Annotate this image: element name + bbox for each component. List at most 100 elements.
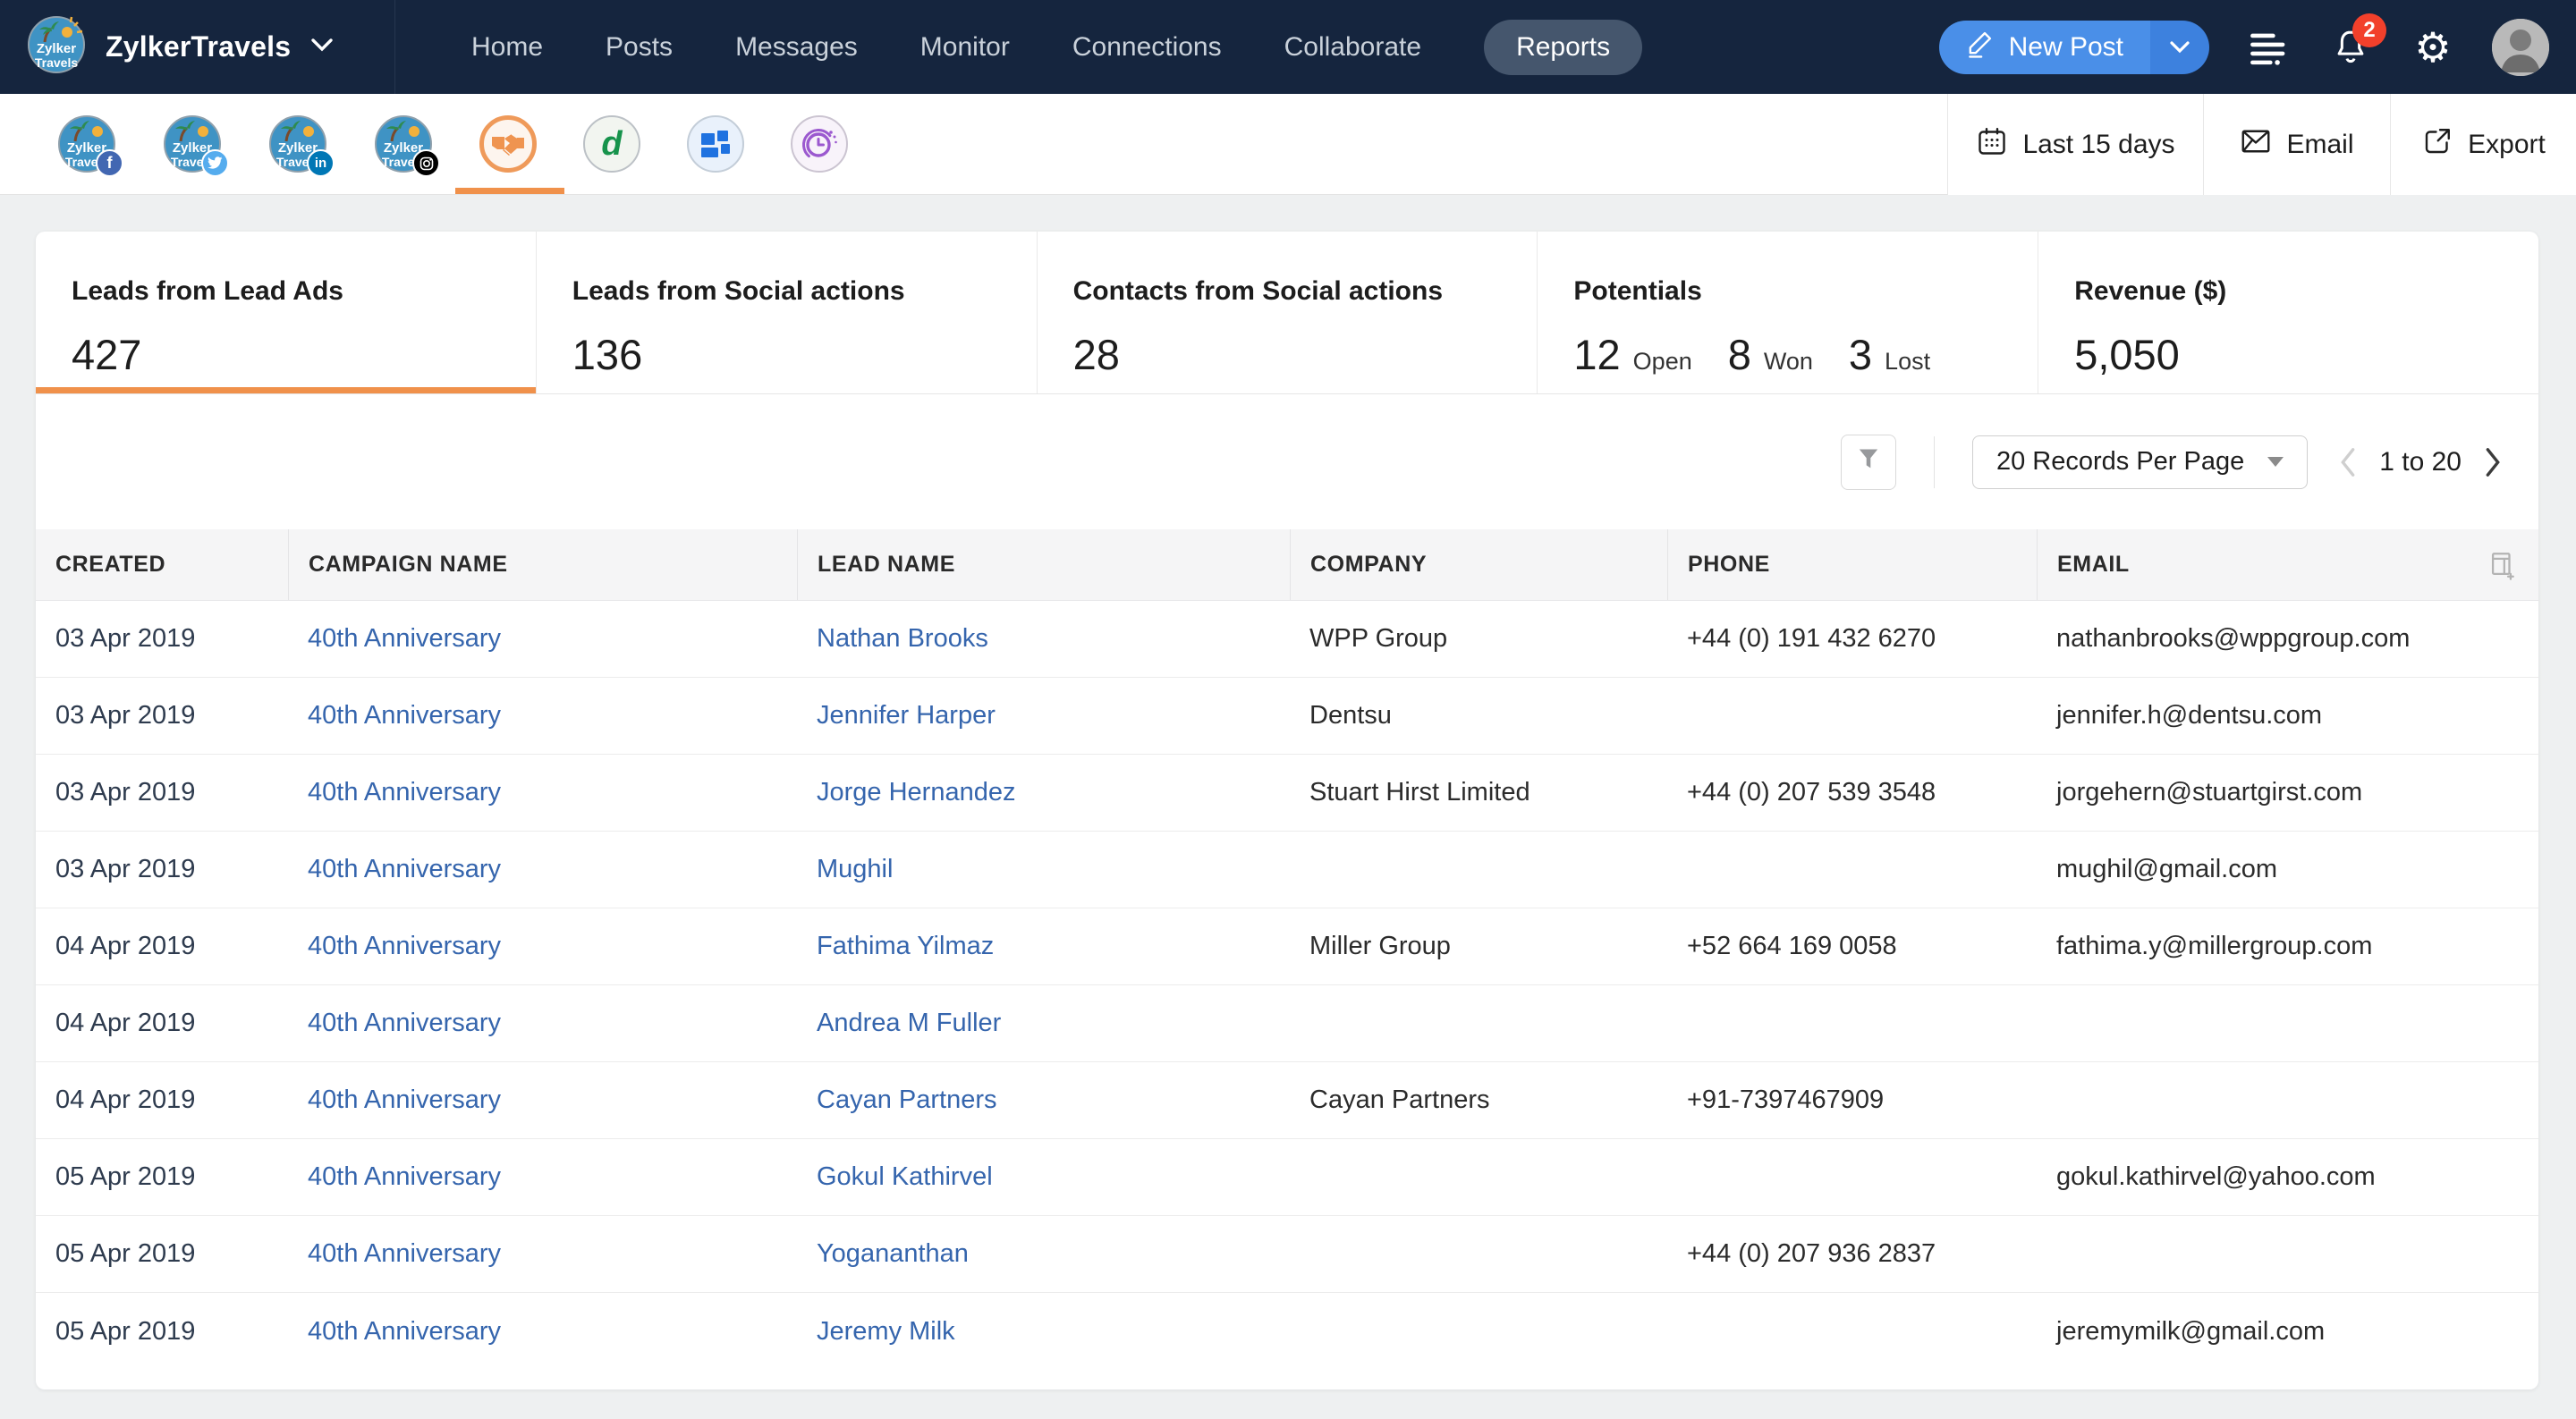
lead-link[interactable]: Fathima Yilmaz [797,908,1290,984]
lead-link[interactable]: Cayan Partners [817,1085,997,1115]
tab-leads-handshake-icon[interactable] [479,115,537,173]
campaign-link[interactable]: 40th Anniversary [288,678,797,754]
lead-link[interactable]: Jorge Hernandez [817,778,1015,807]
card-value: 5,050 [2074,330,2538,379]
campaign-link[interactable]: 40th Anniversary [288,1062,797,1138]
bell-icon[interactable]: 2 [2327,24,2374,71]
lead-link[interactable]: Nathan Brooks [797,601,1290,677]
channel-instagram[interactable]: Zylker Travels [374,114,433,173]
campaign-link[interactable]: 40th Anniversary [288,1139,797,1215]
nav-messages[interactable]: Messages [735,20,858,75]
nav-posts[interactable]: Posts [606,20,673,75]
lead-link[interactable]: Yogananthan [817,1239,969,1269]
nav-connections[interactable]: Connections [1072,20,1222,75]
campaign-link[interactable]: 40th Anniversary [308,932,501,961]
channel-twitter[interactable]: Zylker Travels [163,114,222,173]
email-button[interactable]: Email [2203,94,2390,195]
card-revenue[interactable]: Revenue ($) 5,050 [2038,232,2538,393]
lead-link[interactable]: Mughil [817,855,893,884]
lead-link[interactable]: Cayan Partners [797,1062,1290,1138]
campaign-link[interactable]: 40th Anniversary [308,1085,501,1115]
new-post-button[interactable]: New Post [1939,21,2209,74]
column-header: COMPANY [1290,529,1667,600]
lead-link[interactable]: Jennifer Harper [817,701,996,731]
prev-page-icon[interactable] [2338,447,2358,477]
lead-link[interactable]: Gokul Kathirvel [797,1139,1290,1215]
card-potentials[interactable]: Potentials 12 Open 8 Won 3 Lost [1537,232,2038,393]
campaign-link[interactable]: 40th Anniversary [308,1239,501,1269]
campaign-link[interactable]: 40th Anniversary [288,601,797,677]
created-cell: 04 Apr 2019 [36,908,288,984]
user-avatar[interactable] [2492,19,2549,76]
filter-button[interactable] [1841,435,1896,490]
lead-link[interactable]: Mughil [797,832,1290,908]
nav-monitor[interactable]: Monitor [920,20,1010,75]
campaign-link[interactable]: 40th Anniversary [288,1293,797,1370]
email-cell: jeremymilk@gmail.com [2037,1293,2538,1370]
campaign-link[interactable]: 40th Anniversary [308,624,501,654]
gear-icon[interactable]: ⚙ [2410,24,2456,71]
tab-apps-grid-icon[interactable] [687,115,744,173]
date-range-button[interactable]: Last 15 days [1947,94,2203,195]
email-cell [2037,1216,2538,1292]
channel-facebook[interactable]: Zylker Travels f [57,114,116,173]
new-post-dropdown[interactable] [2150,21,2209,74]
company-cell [1290,1216,1667,1292]
email-cell [2037,1062,2538,1138]
add-column-icon[interactable] [2487,529,2517,601]
brand-selector[interactable]: Zylker Travels ZylkerTravels [0,0,394,94]
tab-desk-icon[interactable]: d [583,115,640,173]
lead-link[interactable]: Jeremy Milk [817,1317,955,1347]
lead-link[interactable]: Andrea M Fuller [817,1009,1001,1038]
next-page-icon[interactable] [2483,447,2503,477]
lead-link[interactable]: Jorge Hernandez [797,755,1290,831]
campaign-link[interactable]: 40th Anniversary [288,908,797,984]
company-cell [1290,832,1667,908]
campaign-link[interactable]: 40th Anniversary [288,755,797,831]
divider [1934,436,1935,488]
campaign-link[interactable]: 40th Anniversary [308,1317,501,1347]
phone-cell: +44 (0) 207 936 2837 [1667,1216,2037,1292]
lead-link[interactable]: Jennifer Harper [797,678,1290,754]
lead-link[interactable]: Nathan Brooks [817,624,988,654]
tab-timer-icon[interactable] [791,115,848,173]
nav-reports[interactable]: Reports [1484,20,1642,75]
lead-link[interactable]: Andrea M Fuller [797,985,1290,1061]
campaign-link[interactable]: 40th Anniversary [308,1162,501,1192]
panel-bottom-padding [36,1370,2538,1389]
column-header: PHONE [1667,529,2037,600]
card-leads-from-social[interactable]: Leads from Social actions 136 [536,232,1037,393]
card-leads-from-lead-ads[interactable]: Leads from Lead Ads 427 [36,232,536,393]
table-row: 04 Apr 201940th AnniversaryCayan Partner… [36,1062,2538,1139]
channels-bar: Zylker Travels f Zylker Travels [0,94,2576,195]
brand-logo: Zylker Travels [27,15,86,79]
phone-cell [1667,1293,2037,1370]
nav-collaborate[interactable]: Collaborate [1284,20,1421,75]
lead-link[interactable]: Gokul Kathirvel [817,1162,993,1192]
summary-cards: Leads from Lead Ads 427 Leads from Socia… [36,232,2538,394]
feed-list-icon[interactable] [2245,24,2292,71]
lead-link[interactable]: Fathima Yilmaz [817,932,994,961]
records-per-page-select[interactable]: 20 Records Per Page [1972,435,2308,489]
card-label: Contacts from Social actions [1073,276,1538,307]
export-button[interactable]: Export [2390,94,2576,195]
campaign-link[interactable]: 40th Anniversary [308,701,501,731]
pagination-range: 1 to 20 [2379,447,2462,477]
campaign-link[interactable]: 40th Anniversary [288,985,797,1061]
company-cell [1290,1293,1667,1370]
campaign-link[interactable]: 40th Anniversary [308,855,501,884]
phone-cell: +44 (0) 191 432 6270 [1667,601,2037,677]
campaign-link[interactable]: 40th Anniversary [288,832,797,908]
campaign-link[interactable]: 40th Anniversary [308,1009,501,1038]
table-body: 03 Apr 201940th AnniversaryNathan Brooks… [36,601,2538,1370]
channel-linkedin[interactable]: Zylker Travels in [268,114,327,173]
campaign-link[interactable]: 40th Anniversary [288,1216,797,1292]
new-post-label: New Post [2009,32,2123,63]
lead-link[interactable]: Yogananthan [797,1216,1290,1292]
table-row: 03 Apr 201940th AnniversaryJennifer Harp… [36,678,2538,755]
card-contacts-from-social[interactable]: Contacts from Social actions 28 [1037,232,1538,393]
lead-link[interactable]: Jeremy Milk [797,1293,1290,1370]
records-per-page-value: 20 Records Per Page [1996,447,2244,477]
nav-home[interactable]: Home [471,20,543,75]
campaign-link[interactable]: 40th Anniversary [308,778,501,807]
